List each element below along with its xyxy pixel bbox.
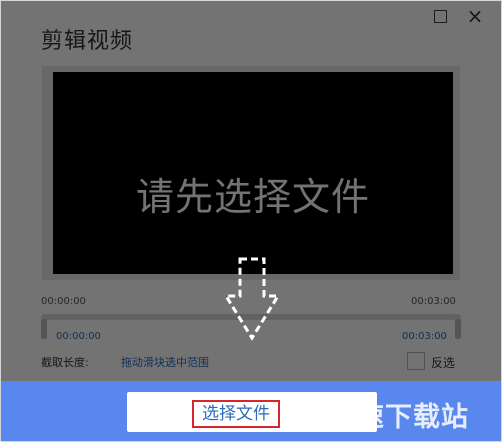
- end-time-bottom: 00:03:00: [402, 331, 447, 342]
- end-handle[interactable]: [455, 319, 461, 339]
- down-arrow-icon: [223, 257, 281, 341]
- invert-checkbox[interactable]: [407, 352, 425, 370]
- start-time-bottom: 00:00:00: [56, 331, 101, 342]
- player-placeholder: 请先选择文件: [135, 175, 370, 219]
- select-file-label: 选择文件: [192, 400, 280, 428]
- video-player[interactable]: 请先选择文件: [53, 72, 453, 274]
- maximize-icon[interactable]: [434, 10, 447, 23]
- end-time-top: 00:03:00: [411, 296, 456, 307]
- invert-label: 反选: [431, 356, 456, 370]
- start-time-top: 00:00:00: [41, 296, 86, 307]
- watermark: 极速下载站: [329, 402, 469, 433]
- dialog-title: 剪辑视频: [41, 29, 134, 54]
- drag-hint: 拖动滑块选中范围: [121, 356, 209, 369]
- start-handle[interactable]: [41, 319, 47, 339]
- clip-length-label: 截取长度:: [41, 356, 89, 369]
- clip-video-dialog: 剪辑视频 × 请先选择文件 00:00:00 00:03:00 00:00:00…: [0, 0, 502, 442]
- close-icon[interactable]: ×: [463, 4, 487, 28]
